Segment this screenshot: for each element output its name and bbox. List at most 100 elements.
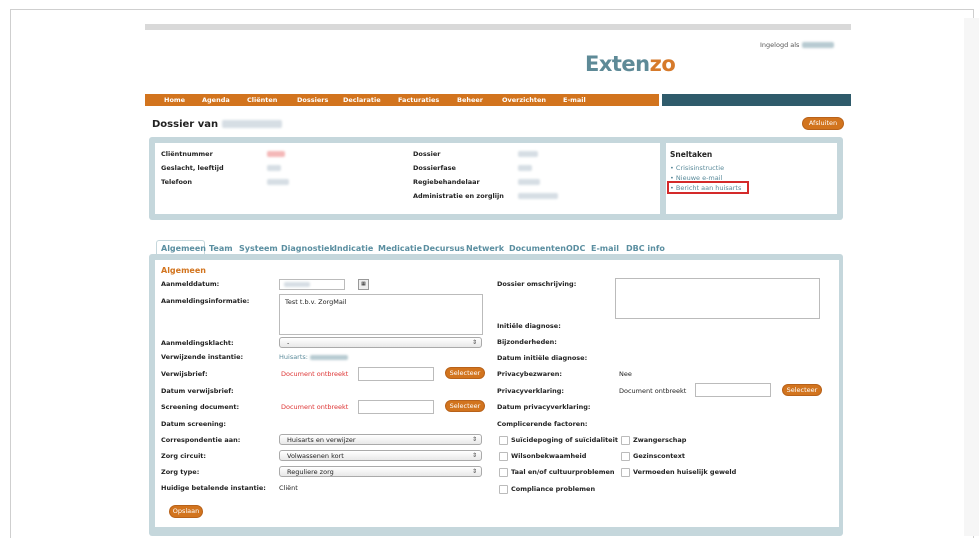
tab-decursus[interactable]: Decursus [423, 244, 465, 253]
verwijzende-instantie-redacted [310, 354, 349, 360]
label-gezinscontext: Gezinscontext [633, 452, 686, 460]
checkbox-compliance[interactable] [499, 485, 508, 494]
section-title: Algemeen [161, 266, 206, 275]
tab-systeem[interactable]: Systeem [239, 244, 278, 253]
privacyverklaring-input[interactable] [695, 383, 771, 397]
nav-agenda[interactable]: Agenda [202, 96, 230, 104]
tab-odc[interactable]: ODC [566, 244, 585, 253]
correspondentie-select[interactable]: Huisarts en verwijzer ⇕ [279, 434, 482, 445]
nav-clienten[interactable]: Cliënten [247, 96, 277, 104]
label-correspondentie: Correspondentie aan: [161, 436, 241, 444]
zorg-circuit-value: Volwassenen kort [287, 452, 344, 460]
screening-input[interactable] [358, 400, 434, 414]
label-taal: Taal en/of cultuurproblemen [511, 468, 615, 476]
nav-beheer[interactable]: Beheer [457, 96, 483, 104]
aanmeldingsinformatie-value: Test t.b.v. ZorgMail [285, 298, 347, 306]
app-window: Ingelogd als Extenzo Home Agenda Cliënte… [145, 24, 851, 536]
highlight-box [667, 181, 749, 194]
nav-dossiers[interactable]: Dossiers [297, 96, 328, 104]
label-datum-initiele-diagnose: Datum initiële diagnose: [497, 354, 588, 362]
privacyverklaring-status: Document ontbreekt [619, 387, 687, 395]
tab-team[interactable]: Team [209, 244, 233, 253]
label-initiele-diagnose: Initiële diagnose: [497, 322, 561, 330]
sneltaak-crisis-label: Crisisinstructie [675, 164, 725, 172]
label-bijzonderheden: Bijzonderheden: [497, 338, 557, 346]
tab-documenten[interactable]: Documenten [509, 244, 566, 253]
screening-selecteer-button[interactable]: Selecteer [445, 400, 485, 412]
checkbox-taal[interactable] [499, 468, 508, 477]
label-suicide: Suïcidepoging of suïcidaliteit [511, 436, 618, 444]
privacy-selecteer-button[interactable]: Selecteer [782, 384, 822, 396]
label-zorg-type: Zorg type: [161, 468, 200, 476]
zorg-circuit-select[interactable]: Volwassenen kort ⇕ [279, 450, 482, 461]
tab-netwerk[interactable]: Netwerk [466, 244, 504, 253]
select-arrow-icon: ⇕ [471, 339, 477, 346]
checkbox-suicide[interactable] [499, 436, 508, 445]
sneltaken-panel: Sneltaken • Crisisinstructie • Nieuwe e-… [666, 143, 837, 214]
zorg-type-select[interactable]: Reguliere zorg ⇕ [279, 466, 482, 477]
tab-dbc-info[interactable]: DBC info [626, 244, 665, 253]
verwijsbrief-input[interactable] [358, 367, 434, 381]
dossier-omschrijving-textarea[interactable] [615, 278, 820, 319]
label-zorg-circuit: Zorg circuit: [161, 452, 207, 460]
value-dossierfase-redacted [518, 165, 532, 171]
nav-home[interactable]: Home [164, 96, 185, 104]
label-clientnummer: Cliëntnummer [161, 150, 213, 158]
value-regie-redacted [518, 179, 540, 185]
save-button[interactable]: Opslaan [169, 505, 203, 518]
value-administratie-redacted [518, 193, 558, 199]
correspondentie-value: Huisarts en verwijzer [287, 436, 356, 444]
label-dossierfase: Dossierfase [413, 164, 456, 172]
label-aanmeldingsklacht: Aanmeldingsklacht: [161, 339, 234, 347]
aanmeldingsinformatie-textarea[interactable]: Test t.b.v. ZorgMail [279, 294, 483, 335]
logged-in-info: Ingelogd als [760, 41, 834, 49]
form-panel: Algemeen Aanmelddatum: ▦ Aanmeldingsinfo… [155, 260, 839, 527]
checkbox-gezinscontext[interactable] [621, 452, 630, 461]
zorg-type-value: Reguliere zorg [287, 468, 334, 476]
checkbox-huiselijk-geweld[interactable] [621, 468, 630, 477]
tab-medicatie[interactable]: Medicatie [378, 244, 422, 253]
aanmelddatum-input[interactable] [279, 279, 345, 290]
client-name-redacted [221, 120, 282, 128]
sneltaken-title: Sneltaken [670, 150, 713, 159]
nav-email[interactable]: E-mail [563, 96, 586, 104]
label-zwangerschap: Zwangerschap [633, 436, 687, 444]
label-compliance: Compliance problemen [511, 485, 596, 493]
nav-overzichten[interactable]: Overzichten [502, 96, 546, 104]
nav-facturaties[interactable]: Facturaties [398, 96, 439, 104]
label-screening-document: Screening document: [161, 403, 240, 411]
label-geslacht: Geslacht, leeftijd [161, 164, 224, 172]
close-button[interactable]: Afsluiten [802, 117, 844, 130]
label-aanmelddatum: Aanmelddatum: [161, 280, 220, 288]
screening-status: Document ontbreekt [281, 403, 349, 411]
aanmeldingsklacht-select[interactable]: - ⇕ [279, 337, 482, 348]
checkbox-zwangerschap[interactable] [621, 436, 630, 445]
label-huiselijk-geweld: Vermoeden huiselijk geweld [633, 468, 737, 476]
calendar-icon[interactable]: ▦ [358, 279, 369, 290]
label-verwijzende-instantie: Verwijzende instantie: [161, 353, 244, 361]
label-aanmeldingsinformatie: Aanmeldingsinformatie: [161, 297, 250, 305]
tab-indicatie[interactable]: Indicatie [334, 244, 373, 253]
tab-diagnostiek[interactable]: Diagnostiek [281, 244, 335, 253]
verwijsbrief-status: Document ontbreekt [281, 370, 349, 378]
label-datum-verwijsbrief: Datum verwijsbrief: [161, 387, 234, 395]
logged-in-label: Ingelogd als [760, 41, 800, 49]
value-clientnummer-redacted [267, 151, 285, 157]
user-name-redacted [801, 42, 834, 48]
verwijzende-instantie-text: Huisarts: [279, 353, 308, 361]
page-title: Dossier van [152, 119, 282, 130]
label-wilsonbekwaamheid: Wilsonbekwaamheid [511, 452, 587, 460]
tab-algemeen[interactable]: Algemeen [161, 244, 206, 253]
main-nav: Home Agenda Cliënten Dossiers Declaratie… [145, 94, 659, 106]
tab-email[interactable]: E-mail [591, 244, 619, 253]
client-info-panel: Cliëntnummer Geslacht, leeftijd Telefoon… [155, 143, 660, 214]
label-complicerende-factoren: Complicerende factoren: [497, 420, 588, 428]
checkbox-wilsonbekwaamheid[interactable] [499, 452, 508, 461]
nav-declaratie[interactable]: Declaratie [343, 96, 381, 104]
verwijsbrief-selecteer-button[interactable]: Selecteer [445, 367, 485, 379]
sneltaak-crisis[interactable]: • Crisisinstructie [670, 164, 724, 172]
label-regiebehandelaar: Regiebehandelaar [413, 178, 480, 186]
select-arrow-icon: ⇕ [471, 436, 477, 443]
select-arrow-icon: ⇕ [471, 468, 477, 475]
page-title-text: Dossier van [152, 119, 219, 130]
